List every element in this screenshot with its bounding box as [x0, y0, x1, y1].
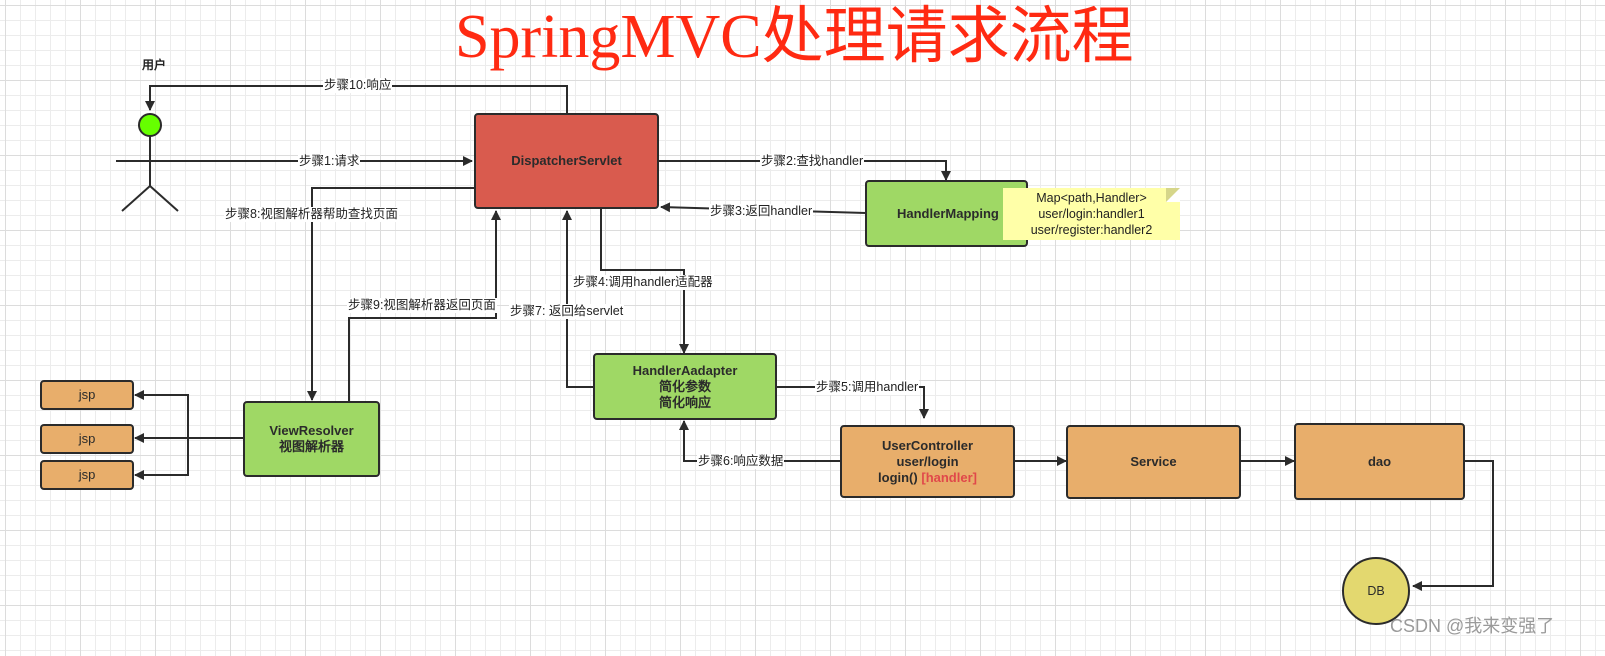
note-line: user/register:handler2 [1030, 223, 1153, 237]
step1-label: 步骤1:请求 [298, 154, 361, 169]
step2-label: 步骤2:查找handler [760, 154, 865, 169]
view-resolver-node[interactable]: ViewResolver 视图解析器 [243, 401, 380, 477]
step6-label: 步骤6:响应数据 [697, 454, 785, 469]
jsp-node[interactable]: jsp [40, 380, 134, 410]
step10-label: 步骤10:响应 [323, 78, 393, 93]
dao-node[interactable]: dao [1294, 423, 1465, 500]
handler-map-note: Map<path,Handler> user/login:handler1 us… [1003, 188, 1180, 240]
user-actor-icon [116, 113, 184, 212]
handler-adapter-node[interactable]: HandlerAadapter 简化参数 简化响应 [593, 353, 777, 420]
handler-adapter-title: HandlerAadapter [632, 362, 738, 378]
step5-label: 步骤5:调用handler [815, 380, 920, 395]
method-name: login() [878, 469, 918, 485]
handler-tag: [handler] [921, 469, 977, 485]
connectors [116, 85, 1494, 591]
handler-adapter-line: 简化参数 [658, 378, 711, 394]
step4-label: 步骤4:调用handler适配器 [572, 275, 714, 290]
user-controller-method: login() [handler] [878, 470, 977, 486]
edge-vr-jsp3 [134, 438, 189, 480]
step9-label: 步骤9:视图解析器返回页面 [347, 298, 497, 313]
handler-mapping-label: HandlerMapping [897, 205, 999, 221]
note-fold-corner [1166, 188, 1180, 202]
dispatcher-servlet-node[interactable]: DispatcherServlet [474, 113, 659, 209]
jsp-node[interactable]: jsp [40, 460, 134, 490]
actor-label: 用户 [142, 58, 167, 72]
dao-label: dao [1367, 453, 1392, 469]
jsp-label: jsp [78, 467, 96, 482]
user-controller-node[interactable]: UserController user/login login() [handl… [840, 425, 1015, 498]
view-resolver-title: ViewResolver [269, 423, 354, 438]
jsp-label: jsp [78, 387, 96, 402]
service-label: Service [1130, 454, 1177, 469]
handler-adapter-line: 简化响应 [658, 394, 711, 410]
watermark: CSDN @我来变强了 [1390, 616, 1555, 636]
user-controller-path: user/login [896, 453, 959, 469]
note-line: user/login:handler1 [1038, 207, 1145, 221]
edge-step7 [562, 210, 594, 388]
user-controller-title: UserController [881, 437, 974, 453]
jsp-label: jsp [78, 431, 96, 446]
edge-vr-jsp1 [134, 390, 244, 439]
service-node[interactable]: Service [1066, 425, 1241, 499]
view-resolver-subtitle: 视图解析器 [278, 439, 344, 454]
jsp-node[interactable]: jsp [40, 424, 134, 454]
step7-label: 步骤7: 返回给servlet [509, 304, 625, 319]
step8-label: 步骤8:视图解析器帮助查找页面 [224, 207, 399, 222]
dispatcher-servlet-label: DispatcherServlet [511, 153, 622, 168]
step3-label: 步骤3:返回handler [709, 204, 814, 219]
note-line: Map<path,Handler> [1036, 191, 1147, 205]
database-label: DB [1367, 584, 1385, 598]
